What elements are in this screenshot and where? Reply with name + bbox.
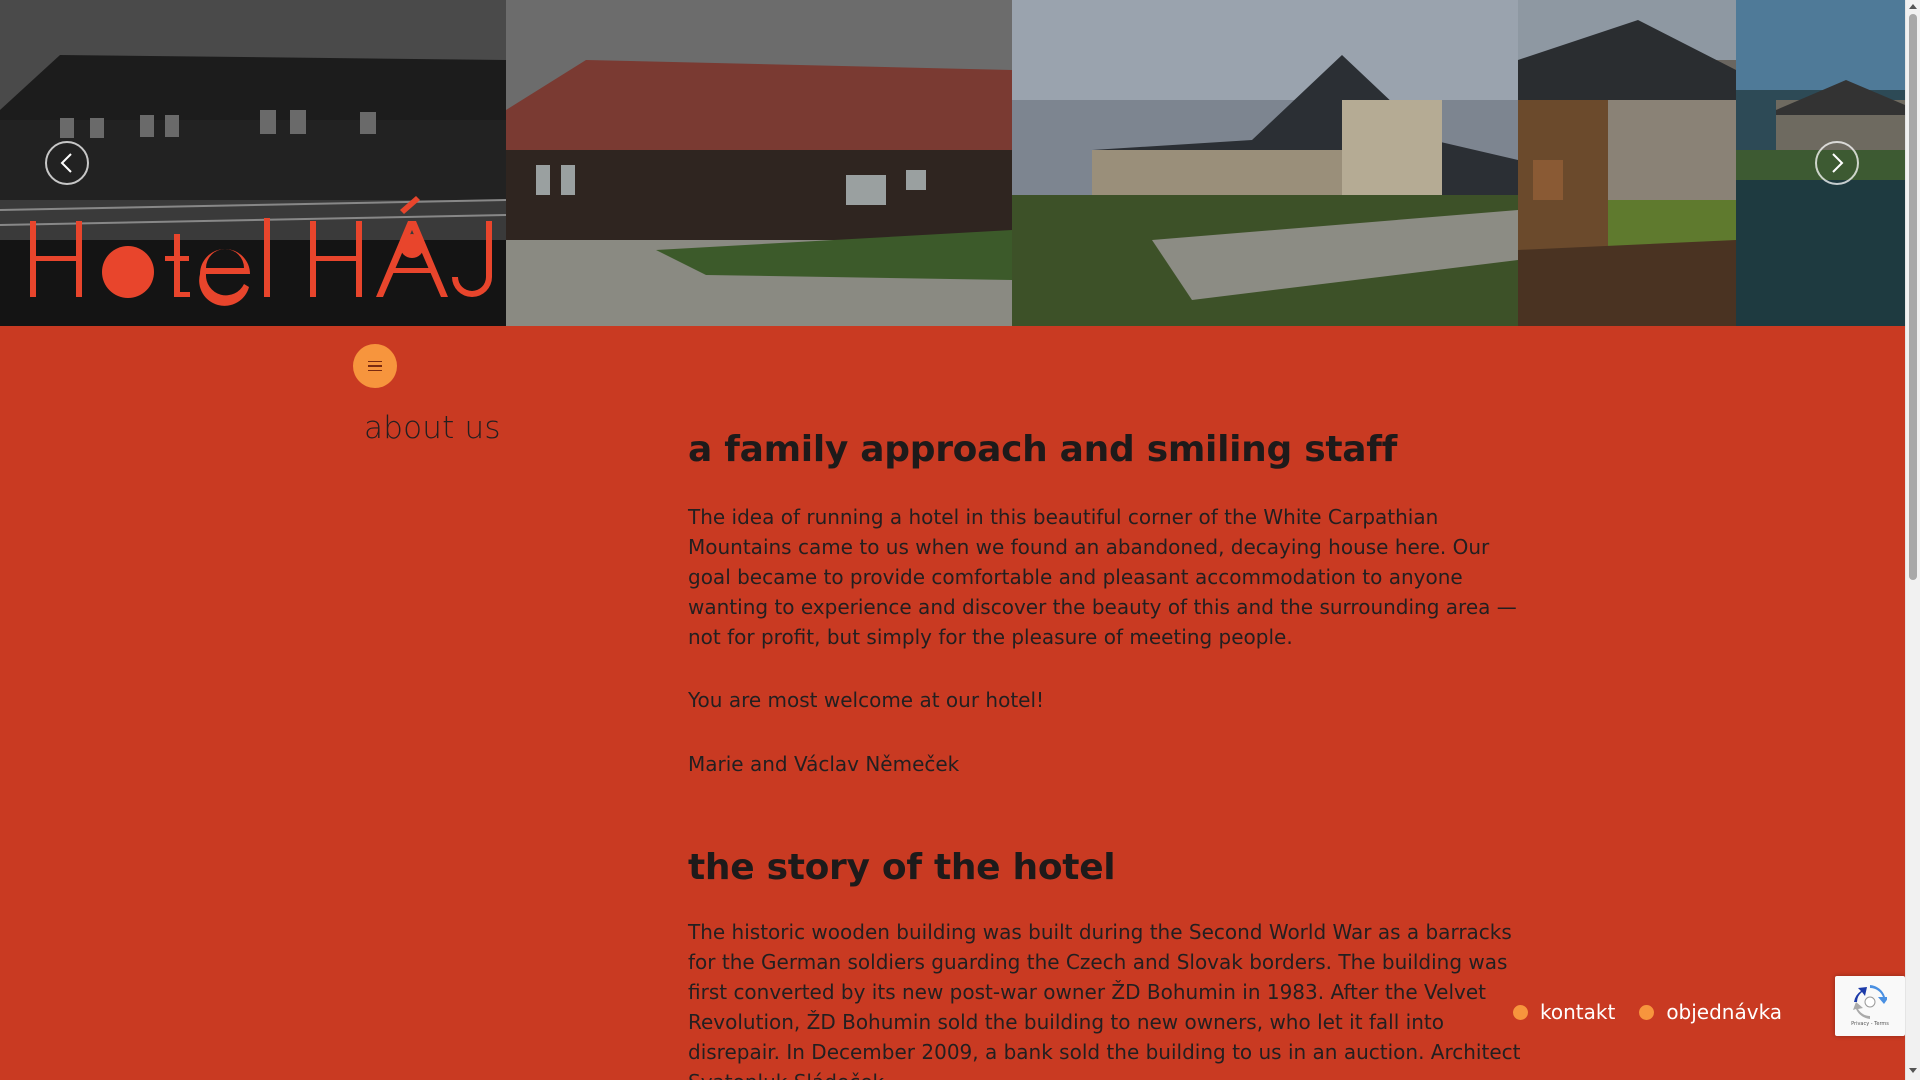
- page-scrollbar[interactable]: [1905, 0, 1920, 1080]
- gallery-slide-wooden-house: [506, 0, 1012, 326]
- gallery-slide-stone-facade: [1518, 0, 1736, 326]
- bullet-dot-icon: [1639, 1004, 1655, 1020]
- scroll-down-icon[interactable]: [1909, 1068, 1917, 1073]
- scroll-up-icon[interactable]: [1909, 4, 1917, 9]
- chevron-right-icon: [1832, 153, 1844, 173]
- intro-paragraph: The idea of running a hotel in this beau…: [688, 505, 1517, 649]
- hamburger-icon: [368, 365, 382, 367]
- hamburger-icon: [368, 360, 382, 363]
- scroll-thumb[interactable]: [1909, 14, 1917, 580]
- floating-links: kontakt objednávka: [1513, 1000, 1782, 1024]
- signature-paragraph: Marie and Václav Němeček: [688, 752, 960, 776]
- gallery-slide-renovated-hotel: [1012, 0, 1518, 326]
- hotel-haj-logo[interactable]: [24, 196, 504, 306]
- gallery-prev-button[interactable]: [45, 141, 89, 185]
- section-heading-story: the story of the hotel: [688, 847, 1116, 888]
- kontakt-link[interactable]: kontakt: [1513, 1000, 1615, 1024]
- welcome-paragraph: You are most welcome at our hotel!: [688, 688, 1045, 712]
- gallery-next-button[interactable]: [1815, 141, 1859, 185]
- story-paragraph: The historic wooden building was built d…: [688, 920, 1521, 1080]
- recaptcha-text: Privacy - Terms: [1851, 1021, 1889, 1027]
- objednavka-link[interactable]: objednávka: [1639, 1000, 1782, 1024]
- kontakt-label: kontakt: [1540, 1000, 1616, 1024]
- hamburger-icon: [368, 369, 382, 372]
- section-label: about us: [364, 410, 501, 446]
- recaptcha-icon: [1853, 985, 1887, 1019]
- page: about us a family approach and smiling s…: [0, 0, 1920, 1080]
- bullet-dot-icon: [1513, 1004, 1528, 1020]
- menu-toggle-button[interactable]: [353, 344, 397, 388]
- objednavka-label: objednávka: [1666, 1000, 1783, 1024]
- recaptcha-badge[interactable]: Privacy - Terms: [1835, 976, 1905, 1036]
- section-heading-family: a family approach and smiling staff: [688, 429, 1397, 470]
- chevron-left-icon: [60, 153, 72, 173]
- hero-gallery: [0, 0, 1905, 326]
